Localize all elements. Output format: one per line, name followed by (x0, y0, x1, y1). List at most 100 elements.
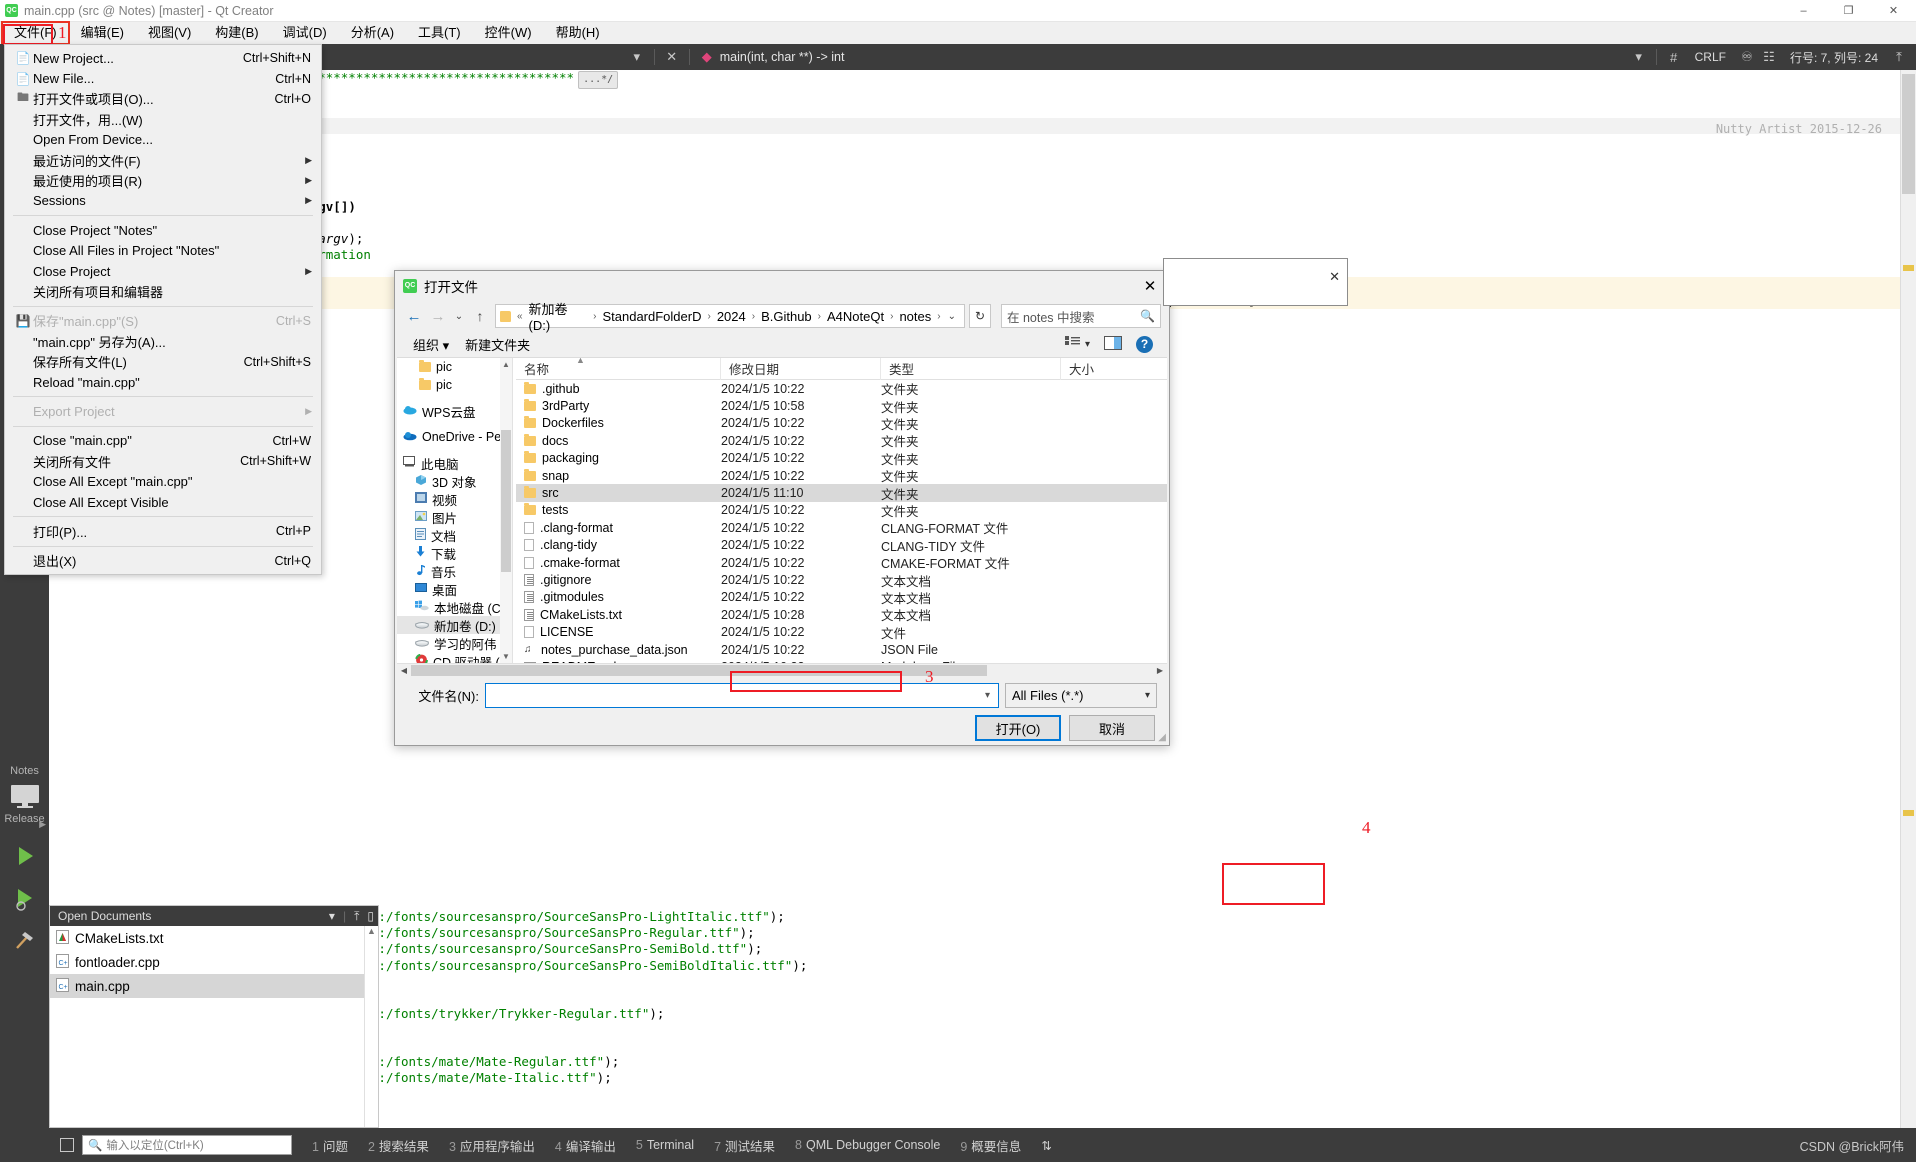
line-ending-label[interactable]: CRLF (1695, 50, 1726, 64)
column-name[interactable]: 名称 (516, 358, 721, 380)
output-pane-qml-debugger[interactable]: 8 QML Debugger Console (795, 1138, 940, 1152)
menu-debug[interactable]: 调试(D) (271, 22, 339, 44)
breadcrumb-item[interactable]: notes (896, 308, 934, 325)
place-item-documents[interactable]: 文档 (397, 526, 512, 544)
table-row[interactable]: .gitmodules 2024/1/5 10:22 文本文档 (516, 589, 1167, 606)
kit-selector-notes[interactable]: Notes (0, 759, 49, 781)
open-document-item[interactable]: CMakeLists.txt (50, 926, 378, 950)
place-item-onedrive[interactable]: OneDrive - Personal (397, 428, 512, 446)
place-item-downloads[interactable]: 下载 (397, 544, 512, 562)
places-scrollbar[interactable]: ▲ ▼ (500, 358, 512, 663)
table-row[interactable]: docs 2024/1/5 10:22 文件夹 (516, 432, 1167, 449)
menu-item-close-project[interactable]: Close Project ▶ (5, 261, 321, 281)
output-pane-problems[interactable]: 1 问题 (312, 1136, 348, 1155)
file-list[interactable]: ▲ 名称 修改日期 类型 大小 .github 2024/1/5 10:22 文… (516, 358, 1167, 663)
breadcrumb-item[interactable]: B.Github (758, 308, 815, 325)
scrollbar-thumb[interactable] (411, 665, 987, 676)
place-item-desktop[interactable]: 桌面 (397, 580, 512, 598)
help-button[interactable]: ? (1136, 335, 1153, 353)
scroll-down-icon[interactable]: ▼ (502, 652, 510, 661)
menu-item-close-all-projects-and-editors[interactable]: 关闭所有项目和编辑器 (5, 281, 321, 301)
menu-item-print[interactable]: 打印(P)... Ctrl+P (5, 521, 321, 541)
scroll-left-icon[interactable]: ◀ (397, 666, 411, 675)
menu-item-save-all[interactable]: 保存所有文件(L) Ctrl+Shift+S (5, 351, 321, 371)
symbol-label[interactable]: main(int, char **) -> int (720, 50, 845, 64)
menu-item-new-project[interactable]: 📄 New Project... Ctrl+Shift+N (5, 48, 321, 68)
place-item-local-disk-c[interactable]: 本地磁盘 (C:) (397, 598, 512, 616)
table-row[interactable]: ♫ notes_purchase_data.json 2024/1/5 10:22… (516, 641, 1167, 658)
menu-build[interactable]: 构建(B) (203, 22, 270, 44)
split-editor-icon[interactable]: ⤒ (1888, 46, 1910, 68)
table-row-selected[interactable]: src 2024/1/5 11:10 文件夹 (516, 484, 1167, 502)
table-row[interactable]: LICENSE 2024/1/5 10:22 文件 (516, 623, 1167, 641)
output-pane-search-results[interactable]: 2 搜索结果 (368, 1136, 429, 1155)
open-button[interactable]: 打开(O) (975, 715, 1061, 741)
debug-button[interactable] (0, 877, 49, 919)
close-icon[interactable]: ✕ (1329, 269, 1340, 285)
menu-item-close-project-notes[interactable]: Close Project "Notes" (5, 220, 321, 240)
place-item-videos[interactable]: 视频 (397, 490, 512, 508)
menu-item-reload[interactable]: Reload "main.cpp" (5, 372, 321, 392)
menu-item-close-all-except-main-cpp[interactable]: Close All Except "main.cpp" (5, 471, 321, 491)
editor-scrollbar[interactable] (1900, 70, 1916, 1128)
breadcrumb-item[interactable]: 2024 (714, 308, 749, 325)
menu-widgets[interactable]: 控件(W) (473, 22, 544, 44)
chevron-down-icon[interactable]: ▾ (329, 909, 335, 923)
place-item[interactable]: pic (397, 358, 512, 376)
refresh-button[interactable]: ↻ (969, 304, 991, 328)
view-layout-button[interactable]: ▾ (1064, 336, 1090, 352)
menu-item-recent-files[interactable]: 最近访问的文件(F) ▶ (5, 150, 321, 170)
table-row[interactable]: snap 2024/1/5 10:22 文件夹 (516, 467, 1167, 484)
cancel-button[interactable]: 取消 (1069, 715, 1155, 741)
menu-analyze[interactable]: 分析(A) (339, 22, 406, 44)
symbol-dropdown-icon[interactable]: ▾ (1628, 46, 1650, 68)
close-button[interactable]: ✕ (1871, 0, 1916, 22)
place-item-new-volume-d[interactable]: 新加卷 (D:) (397, 616, 512, 634)
place-item[interactable]: pic (397, 376, 512, 394)
menu-view[interactable]: 视图(V) (136, 22, 203, 44)
menu-item-close-all-files[interactable]: 关闭所有文件 Ctrl+Shift+W (5, 451, 321, 471)
places-pane[interactable]: pic pic WPS云盘 OneDrive - Pers 此电脑 3D 对象 … (397, 358, 512, 663)
toggle-sidebar-icon[interactable] (60, 1138, 74, 1152)
filename-input[interactable]: ▾ (485, 683, 999, 708)
tab-dropdown-icon[interactable]: ▾ (626, 46, 648, 68)
nav-recent-locations-button[interactable]: ⌄ (451, 305, 467, 327)
chevron-down-icon[interactable]: ▾ (981, 690, 994, 701)
split-icon[interactable]: ⤒ (354, 909, 359, 924)
output-pane-application-output[interactable]: 3 应用程序输出 (449, 1136, 535, 1155)
output-pane-compile-output[interactable]: 4 编译输出 (555, 1136, 616, 1155)
close-tab-icon[interactable]: ✕ (661, 46, 683, 68)
table-row[interactable]: tests 2024/1/5 10:22 文件夹 (516, 502, 1167, 519)
file-type-filter-select[interactable]: All Files (*.*) ▾ (1005, 683, 1157, 708)
table-row[interactable]: packaging 2024/1/5 10:22 文件夹 (516, 450, 1167, 467)
menu-item-recent-projects[interactable]: 最近使用的项目(R) ▶ (5, 170, 321, 190)
menu-item-close-all-except-visible[interactable]: Close All Except Visible (5, 492, 321, 512)
menu-tools[interactable]: 工具(T) (406, 22, 473, 44)
place-item-cd-drive-f[interactable]: CD 驱动器 (F:) MacKMLink (397, 652, 512, 663)
outline-icon[interactable]: ☷ (1758, 46, 1780, 68)
menu-help[interactable]: 帮助(H) (544, 22, 612, 44)
column-size[interactable]: 大小 (1061, 358, 1167, 380)
kit-selector-release[interactable]: ▶ Release (0, 781, 49, 829)
output-pane-overview[interactable]: 9 概要信息 (960, 1136, 1021, 1155)
expand-pane-icon[interactable]: ⇅ (1041, 1138, 1051, 1153)
file-list-hscrollbar[interactable]: ◀ ▶ (397, 663, 1167, 677)
dialog-close-button[interactable]: ✕ (1135, 273, 1165, 299)
hash-icon[interactable]: # (1663, 46, 1685, 68)
open-document-item-selected[interactable]: C+ main.cpp (50, 974, 378, 998)
menu-item-save-as[interactable]: "main.cpp" 另存为(A)... (5, 331, 321, 351)
column-type[interactable]: 类型 (881, 358, 1061, 380)
organize-button[interactable]: 组织 ▾ (405, 333, 457, 356)
scroll-right-icon[interactable]: ▶ (1153, 666, 1167, 675)
menu-item-new-file[interactable]: 📄 New File... Ctrl+N (5, 68, 321, 88)
fold-placeholder[interactable]: ...*/ (578, 71, 619, 90)
output-pane-test-results[interactable]: 7 测试结果 (714, 1136, 775, 1155)
breadcrumb-dropdown-icon[interactable]: ⌄ (944, 311, 960, 322)
place-item-this-pc[interactable]: 此电脑 (397, 454, 512, 472)
nav-forward-button[interactable]: → (427, 305, 449, 327)
nav-up-button[interactable]: ↑ (469, 305, 491, 327)
breadcrumb-item[interactable]: 新加卷 (D:) (526, 298, 591, 334)
column-date-modified[interactable]: 修改日期 (721, 358, 881, 380)
table-row-cmakelists[interactable]: CMakeLists.txt 2024/1/5 10:28 文本文档 (516, 606, 1167, 623)
breadcrumb-item[interactable]: StandardFolderD (599, 308, 704, 325)
